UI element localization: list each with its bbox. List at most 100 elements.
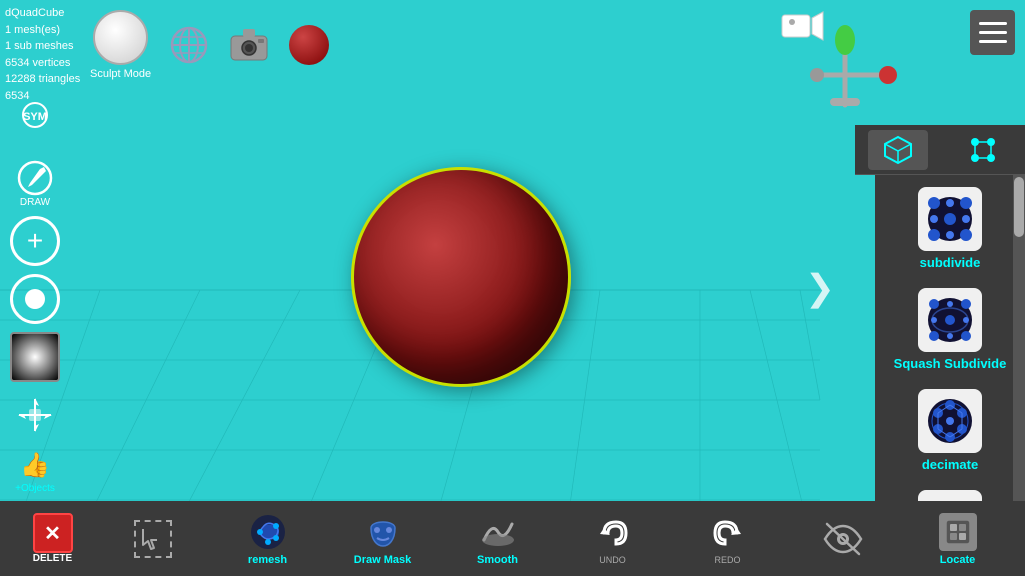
add-objects-button[interactable]: 👍 +Objects (13, 448, 58, 494)
undo-svg-icon (594, 514, 632, 552)
preview-thumbnail[interactable] (286, 23, 331, 68)
objects-label: +Objects (15, 483, 55, 494)
redo-icon (708, 513, 748, 553)
tab-nodes[interactable] (953, 130, 1013, 170)
select-box-icon (134, 520, 172, 558)
smooth-bottom-icon (478, 512, 518, 552)
locate-icon (938, 512, 978, 552)
sphere-object[interactable] (351, 167, 571, 387)
redo-label: REDO (714, 555, 740, 565)
tab-cube[interactable] (868, 130, 928, 170)
top-toolbar: Sculpt Mode (90, 10, 331, 80)
decimate-label: decimate (922, 457, 978, 472)
camera-icon (228, 26, 270, 64)
menu-line-3 (979, 40, 1007, 43)
triangles-count: 12288 triangles (5, 71, 80, 88)
delete-x: ✕ (44, 521, 61, 546)
draw-button[interactable]: DRAW (10, 158, 60, 208)
sculpt-mode-label: Sculpt Mode (90, 68, 151, 80)
locate-button[interactable]: Locate (923, 512, 993, 566)
vertices-count: 6534 vertices (5, 55, 80, 72)
delete-label: DELETE (33, 553, 72, 564)
viewport[interactable]: dQuadCube 1 mesh(es) 1 sub meshes 6534 v… (0, 0, 1025, 576)
scrollbar-thumb (1014, 177, 1024, 237)
globe-button[interactable] (166, 23, 211, 68)
visibility-icon (823, 519, 863, 559)
squash-subdivide-icon-box (918, 288, 982, 352)
draw-mask-label: Draw Mask (354, 554, 411, 566)
delete-icon: ✕ (33, 513, 73, 553)
draw-mask-svg-icon (363, 512, 403, 552)
subdivide-icon (924, 193, 976, 245)
undo-label: UNDO (599, 555, 626, 565)
thumbs-up-icon: 👍 (13, 448, 58, 483)
right-arrow-button[interactable]: ❯ (805, 267, 835, 309)
remesh-svg-icon (248, 512, 288, 552)
select-icon (133, 519, 173, 559)
squash-subdivide-tool[interactable]: Squash Subdivide (879, 280, 1021, 379)
decimate-icon (924, 395, 976, 447)
move-button[interactable] (10, 390, 60, 440)
menu-line-2 (979, 31, 1007, 34)
info-panel: dQuadCube 1 mesh(es) 1 sub meshes 6534 v… (5, 5, 80, 104)
sym-icon: SYM (14, 100, 56, 142)
locate-label: Locate (940, 554, 975, 566)
subdivide-icon-box (918, 187, 982, 251)
undo-button[interactable]: UNDO (578, 513, 648, 565)
locate-svg-icon (944, 518, 972, 546)
squash-subdivide-label: Squash Subdivide (894, 356, 1007, 371)
subdivide-label: subdivide (920, 255, 981, 270)
gizmo (780, 20, 910, 105)
object-name: dQuadCube (5, 5, 80, 22)
left-sidebar: SYM DRAW + (10, 100, 60, 494)
gizmo-icon (780, 20, 910, 110)
menu-button[interactable] (970, 10, 1015, 55)
draw-label: DRAW (20, 197, 50, 208)
sym-button[interactable]: SYM (13, 100, 58, 150)
visibility-button[interactable] (808, 519, 878, 559)
menu-line-1 (979, 22, 1007, 25)
add-icon: + (27, 225, 43, 257)
bottom-toolbar: ✕ DELETE (0, 501, 1025, 576)
right-panel-tabs (855, 125, 1025, 175)
sub-meshes: 1 sub meshes (5, 38, 80, 55)
mesh-count: 1 mesh(es) (5, 22, 80, 39)
globe-icon (169, 25, 209, 65)
cursor-icon (139, 525, 167, 553)
remesh-icon (248, 512, 288, 552)
draw-icon (16, 159, 54, 197)
redo-button[interactable]: REDO (693, 513, 763, 565)
subdivide-tool[interactable]: subdivide (879, 179, 1021, 278)
svg-text:SYM: SYM (23, 111, 47, 123)
decimate-tool[interactable]: decimate (879, 381, 1021, 480)
nodes-tab-icon (967, 134, 999, 166)
right-tool-list: subdivide Squash Subdivid (875, 175, 1025, 555)
dot-icon (25, 289, 45, 309)
add-button[interactable]: + (10, 216, 60, 266)
sculpt-mode-button[interactable]: Sculpt Mode (90, 10, 151, 80)
remesh-label: remesh (248, 554, 287, 566)
camera-button[interactable] (226, 23, 271, 68)
squash-subdivide-icon (924, 294, 976, 346)
dot-tool-button[interactable] (10, 274, 60, 324)
eye-svg-icon (823, 522, 863, 556)
smooth-bottom-label: Smooth (477, 554, 518, 566)
delete-button[interactable]: ✕ DELETE (33, 513, 73, 564)
redo-svg-icon (709, 514, 747, 552)
smooth-bottom-svg-icon (478, 512, 518, 552)
remesh-button[interactable]: remesh (233, 512, 303, 566)
texture-button[interactable] (10, 332, 60, 382)
draw-mask-icon (363, 512, 403, 552)
preview-sphere (289, 25, 329, 65)
cube-tab-icon (882, 134, 914, 166)
sculpt-mode-icon (93, 10, 148, 65)
sculpt-sphere (351, 167, 571, 387)
undo-icon (593, 513, 633, 553)
right-panel-scrollbar[interactable] (1013, 175, 1025, 555)
draw-mask-button[interactable]: Draw Mask (348, 512, 418, 566)
select-button[interactable] (118, 519, 188, 559)
decimate-icon-box (918, 389, 982, 453)
smooth-bottom-button[interactable]: Smooth (463, 512, 533, 566)
locate-box-icon (939, 513, 977, 551)
move-icon (16, 396, 54, 434)
